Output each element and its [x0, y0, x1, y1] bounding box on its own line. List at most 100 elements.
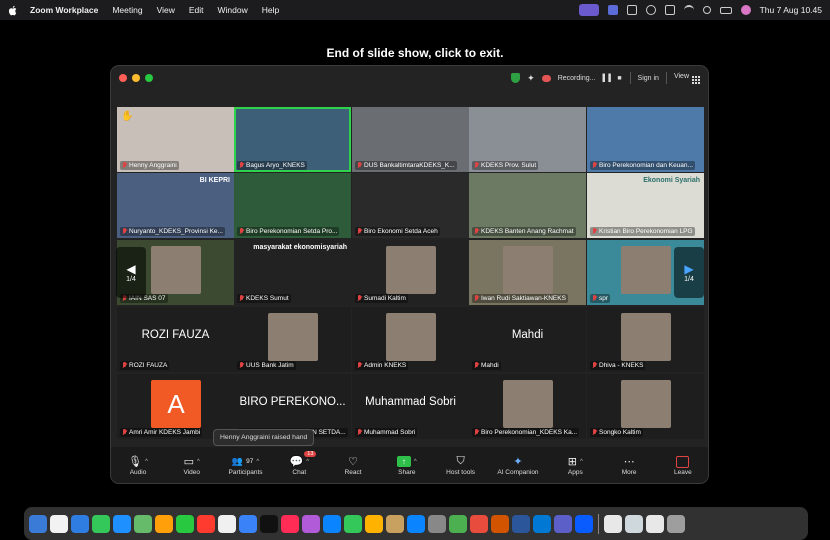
previous-page-button[interactable]: ◀ 1/4 [116, 247, 146, 298]
dock-app-icon[interactable] [113, 514, 131, 533]
dock-app-icon[interactable] [239, 514, 257, 533]
apps-button[interactable]: ⊞ ^ Apps [558, 454, 592, 476]
participant-tile[interactable]: Mahdi Mahdi [469, 307, 586, 372]
encryption-shield-icon[interactable] [511, 73, 521, 83]
search-icon[interactable] [702, 6, 711, 14]
chevron-up-icon[interactable]: ^ [414, 459, 417, 465]
wifi-icon[interactable] [683, 5, 694, 15]
minimize-window-button[interactable] [132, 74, 140, 82]
dock-app-icon[interactable] [176, 514, 194, 533]
close-window-button[interactable] [119, 74, 127, 82]
teams-status-icon[interactable] [607, 5, 618, 15]
react-button[interactable]: ♡ React [336, 454, 370, 476]
chevron-up-icon[interactable]: ^ [256, 459, 259, 465]
apple-logo-icon[interactable] [8, 5, 18, 16]
dock-app-icon[interactable] [449, 514, 467, 533]
dock-app-icon[interactable] [365, 514, 383, 533]
muted-microphone-icon [239, 162, 244, 169]
menubar-clock[interactable]: Thu 7 Aug 10.45 [760, 5, 822, 15]
participant-tile[interactable]: Iwan Rudi Saktiawan-KNEKS [469, 240, 586, 305]
video-button[interactable]: ▭ ^ Video [175, 454, 209, 476]
participant-tile[interactable]: Bagus Aryo_KNEKS [234, 107, 351, 172]
menu-edit[interactable]: Edit [189, 5, 204, 15]
dock-app-icon[interactable] [554, 514, 572, 533]
ai-sparkle-icon[interactable]: ✦ [527, 73, 535, 84]
dock-app-icon[interactable] [281, 514, 299, 533]
participant-tile[interactable]: BI KEPRI Nuryanto_KDEKS_Provinsi Ke... [117, 173, 234, 238]
siri-icon[interactable] [740, 5, 751, 15]
participant-tile[interactable]: Biro Ekonomi Setda Aceh [352, 173, 469, 238]
chevron-up-icon[interactable]: ^ [197, 459, 200, 465]
dock-app-icon[interactable] [71, 514, 89, 533]
dock-app-icon[interactable] [302, 514, 320, 533]
participant-tile[interactable]: Biro Perekonomian Setda Pro... [234, 173, 351, 238]
dock-app-icon[interactable] [323, 514, 341, 533]
control-center-icon[interactable] [719, 6, 732, 14]
dock-app-icon[interactable] [512, 514, 530, 533]
menu-window[interactable]: Window [218, 5, 248, 15]
dock-app-icon[interactable] [155, 514, 173, 533]
dock-app-icon[interactable] [470, 514, 488, 533]
participant-tile[interactable]: Biro Perekonomian dan Keuan... [587, 107, 704, 172]
dock-app-icon[interactable] [575, 514, 593, 533]
participant-tile[interactable]: Songko Kaltim [587, 374, 704, 439]
recording-controls[interactable]: ▌▌ ■ [602, 75, 622, 82]
participant-tile[interactable]: KDEKS Prov. Sulut [469, 107, 586, 172]
dock-app-icon[interactable] [50, 514, 68, 533]
dock-app-icon[interactable] [667, 514, 685, 533]
host-tools-button[interactable]: ⛉ Host tools [444, 454, 478, 476]
dock-app-icon[interactable] [604, 514, 622, 533]
dock-app-icon[interactable] [218, 514, 236, 533]
menu-help[interactable]: Help [262, 5, 279, 15]
dock-app-icon[interactable] [625, 514, 643, 533]
dock-app-icon[interactable] [260, 514, 278, 533]
ai-companion-button[interactable]: ✦ AI Companion [497, 454, 538, 476]
participant-tile[interactable]: Admin KNEKS [352, 307, 469, 372]
raised-hand-notification[interactable]: Henny Anggraini raised hand [213, 429, 315, 446]
end-of-slideshow-message[interactable]: End of slide show, click to exit. [0, 46, 830, 60]
clipboard-status-icon[interactable] [664, 5, 675, 15]
participant-tile[interactable]: Biro Perekonomian_KDEKS Ka... [469, 374, 586, 439]
menu-meeting[interactable]: Meeting [112, 5, 142, 15]
dock-app-icon[interactable] [646, 514, 664, 533]
participant-tile[interactable]: DUS BankaltimtaraKDEKS_K... [352, 107, 469, 172]
participants-button[interactable]: 👥 97 ^ Participants [229, 454, 263, 476]
dock-app-icon[interactable] [491, 514, 509, 533]
participant-tile[interactable]: ✋ Henny Anggraini [117, 107, 234, 172]
dock-app-icon[interactable] [428, 514, 446, 533]
participant-tile[interactable]: UUS Bank Jatim [234, 307, 351, 372]
sign-in-link[interactable]: Sign in [638, 75, 659, 82]
more-button[interactable]: ⋯ More [612, 454, 646, 476]
dock-app-icon[interactable] [29, 514, 47, 533]
next-page-button[interactable]: ▶ 1/4 [674, 247, 704, 298]
dock-app-icon[interactable] [344, 514, 362, 533]
participant-tile[interactable]: Dhiva - KNEKS [587, 307, 704, 372]
dock-app-icon[interactable] [533, 514, 551, 533]
view-button[interactable]: View [674, 73, 700, 84]
audio-button[interactable]: 🎙 ^ Audio [121, 454, 155, 476]
whatsapp-status-icon[interactable] [645, 5, 656, 15]
participant-tile[interactable]: ROZI FAUZA ROZI FAUZA [117, 307, 234, 372]
dock-app-icon[interactable] [92, 514, 110, 533]
chat-button[interactable]: 💬 ^ 13 Chat [282, 451, 317, 476]
dock-app-icon[interactable] [407, 514, 425, 533]
chevron-up-icon[interactable]: ^ [580, 459, 583, 465]
menu-app-name[interactable]: Zoom Workplace [30, 5, 98, 15]
chevron-up-icon[interactable]: ^ [145, 459, 148, 465]
participant-tile[interactable]: Muhammad Sobri Muhammad Sobri [352, 374, 469, 439]
share-button[interactable]: ↑ ^ Share [390, 454, 424, 476]
participant-tile[interactable]: Ekonomi Syariah Kristian Biro Perekonomia… [587, 173, 704, 238]
screen-share-status-icon[interactable] [578, 4, 599, 16]
video-gallery: ✋ Henny Anggraini Bagus Aryo_KNEKS DUS Bank… [117, 107, 705, 439]
leave-button[interactable]: Leave [666, 454, 700, 476]
zoom-window-button[interactable] [145, 74, 153, 82]
chevron-up-icon[interactable]: ^ [306, 459, 309, 465]
dock-app-icon[interactable] [197, 514, 215, 533]
participant-tile[interactable]: masyarakat ekonomisyariah KDEKS Sumut [234, 240, 351, 305]
dock-app-icon[interactable] [134, 514, 152, 533]
dock-app-icon[interactable] [386, 514, 404, 533]
participant-tile[interactable]: KDEKS Banten Anang Rachmat [469, 173, 586, 238]
participant-tile[interactable]: Sumadi Kaltim [352, 240, 469, 305]
menu-view[interactable]: View [157, 5, 175, 15]
shield-status-icon[interactable] [626, 5, 637, 15]
